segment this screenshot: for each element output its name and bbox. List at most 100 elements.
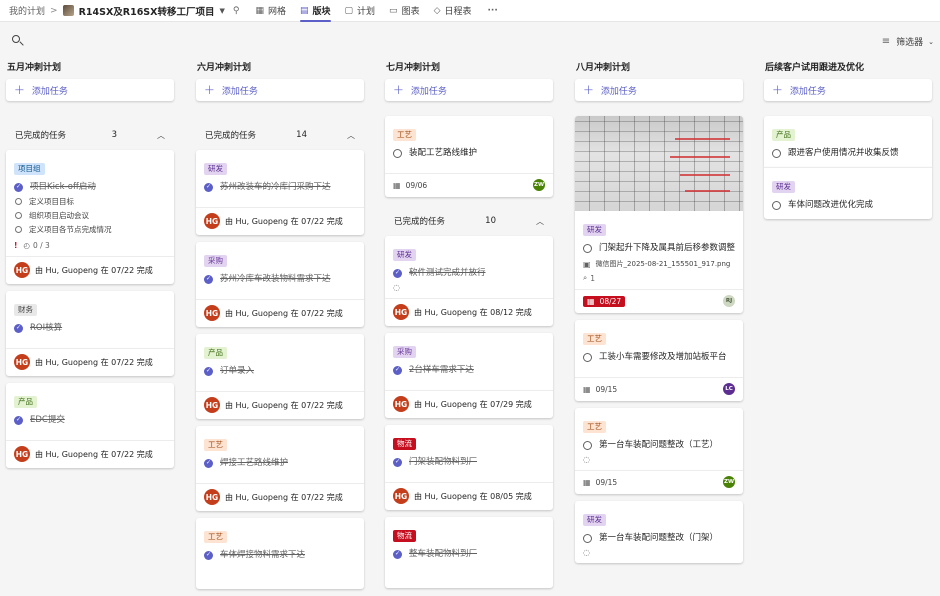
incomplete-check-icon[interactable] (772, 148, 781, 158)
task-card[interactable]: 研发 ✓ 苏州改装车的冷库门采购下达 HG 由 Hu, Guopeng 在 07/2… (196, 150, 364, 235)
incomplete-check-icon[interactable] (583, 533, 592, 543)
task-card[interactable]: 项目组 ✓ 项目Kick-off启动 定义项目目标 组织项目启动会议 定义项目各节… (6, 150, 174, 284)
task-card[interactable]: 采购 ✓ 苏州冷库车改装物料需求下达 HG 由 Hu, Guopeng 在 07/2… (196, 242, 364, 327)
plus-icon: + (204, 82, 215, 98)
breadcrumb-my-plans[interactable]: 我的计划 (9, 4, 45, 17)
checklist-item[interactable]: 组织项目启动会议 (15, 210, 166, 221)
bucket-title[interactable]: 六月冲刺计划 (196, 58, 364, 78)
filter-label: 筛选器 (896, 38, 924, 48)
completed-check-icon[interactable]: ✓ (14, 415, 23, 425)
incomplete-check-icon[interactable] (393, 148, 402, 158)
bucket-title[interactable]: 五月冲刺计划 (6, 58, 174, 78)
avatar[interactable]: HG (393, 396, 409, 412)
task-title: 软件测试完成并放行 (409, 268, 486, 278)
checklist-item[interactable]: 定义项目目标 (15, 196, 166, 207)
tab-charts[interactable]: ▭ 图表 (389, 0, 420, 22)
add-task-button[interactable]: + 添加任务 (575, 79, 743, 101)
task-title: 跟进客户使用情况并收集反馈 (788, 148, 899, 158)
avatar[interactable]: HG (204, 305, 220, 321)
avatar[interactable]: HG (14, 446, 30, 462)
task-card[interactable]: 工艺 ✓ 焊接工艺路线维护 HG 由 Hu, Guopeng 在 07/22 完成 (196, 426, 364, 511)
incomplete-check-icon[interactable] (583, 440, 592, 450)
avatar[interactable]: HG (204, 489, 220, 505)
add-task-button[interactable]: + 添加任务 (385, 79, 553, 101)
task-card[interactable]: 物流 ✓ 整车装配物料到厂 (385, 517, 553, 588)
incomplete-check-icon[interactable] (772, 200, 781, 210)
avatar[interactable]: LC (723, 383, 735, 395)
tab-timeline[interactable]: ◇ 日程表 (434, 0, 472, 22)
avatar[interactable]: HG (393, 488, 409, 504)
completed-check-icon[interactable]: ✓ (393, 549, 402, 559)
bucket-title[interactable]: 后续客户试用跟进及优化 (764, 58, 932, 78)
completed-check-icon[interactable]: ✓ (393, 365, 402, 375)
tab-label: 版块 (312, 7, 331, 17)
task-title: 苏州冷库车改装物料需求下达 (220, 274, 331, 284)
plan-title[interactable]: R14SX及R16SX转移工厂项目 (79, 4, 215, 18)
filter-button[interactable]: ≡ 筛选器 ⌄ (882, 35, 934, 48)
completed-check-icon[interactable]: ✓ (393, 268, 402, 278)
task-card[interactable]: 研发 第一台车装配问题整改（门架） ◌ (575, 501, 743, 563)
avatar[interactable]: ZW (533, 179, 545, 191)
completed-check-icon[interactable]: ✓ (204, 182, 213, 192)
task-card[interactable]: 工艺 工装小车需要修改及增加站板平台 ▦ 09/15 LC (575, 320, 743, 401)
checkbox-icon (15, 212, 22, 219)
task-card[interactable]: 物流 ✓ 门架装配物料到厂 HG 由 Hu, Guopeng 在 08/05 完成 (385, 425, 553, 510)
checklist-progress: 0 / 3 (32, 241, 50, 250)
task-card[interactable]: 财务 ✓ ROI核算 HG 由 Hu, Guopeng 在 07/22 完成 (6, 291, 174, 376)
completed-check-icon[interactable]: ✓ (14, 182, 23, 192)
task-card[interactable]: 工艺 第一台车装配问题整改（工艺） ◌ ▦ 09/15 ZW (575, 408, 743, 494)
task-card[interactable]: 研发 ✓ 软件测试完成并放行 ◌ HG 由 Hu, Guopeng 在 08/12 … (385, 236, 553, 326)
tab-label: 图表 (401, 7, 420, 17)
avatar[interactable]: ZW (723, 476, 735, 488)
completed-check-icon[interactable]: ✓ (14, 323, 23, 333)
add-task-label: 添加任务 (600, 86, 637, 97)
avatar[interactable]: RJ (723, 295, 735, 307)
task-card[interactable]: 产品 跟进客户使用情况并收集反馈 (764, 116, 932, 167)
checklist-item[interactable]: 定义项目各节点完成情况 (15, 224, 166, 235)
task-card[interactable]: 产品 ✓ EDC提交 HG 由 Hu, Guopeng 在 07/22 完成 (6, 383, 174, 468)
completed-by-text: 由 Hu, Guopeng 在 08/05 完成 (414, 491, 532, 501)
bucket-column: 五月冲刺计划 + 添加任务 已完成的任务 3 ︿ 项目组 ✓ 项目Kick-off启… (6, 58, 174, 475)
completed-group-toggle[interactable]: 已完成的任务 10 ︿ (385, 210, 553, 232)
completed-group-toggle[interactable]: 已完成的任务 14 ︿ (196, 124, 364, 146)
incomplete-check-icon[interactable] (583, 352, 592, 362)
search-icon[interactable] (11, 34, 25, 48)
avatar[interactable]: HG (14, 354, 30, 370)
attachment-link[interactable]: ▣ 微信图片_2025-08-21_155501_917.png (583, 259, 735, 269)
completed-group-toggle[interactable]: 已完成的任务 3 ︿ (6, 124, 174, 146)
task-card[interactable]: 研发 门架起升下降及属具前后移参数调整 ▣ 微信图片_2025-08-21_155… (575, 116, 743, 313)
completed-by-text: 由 Hu, Guopeng 在 07/22 完成 (225, 308, 343, 318)
attachment-preview-image[interactable] (575, 116, 743, 211)
add-task-button[interactable]: + 添加任务 (764, 79, 932, 101)
avatar[interactable]: HG (204, 213, 220, 229)
avatar[interactable]: HG (393, 304, 409, 320)
tab-grid[interactable]: ▦ 网格 (255, 0, 286, 22)
calendar-icon: ▦ (583, 477, 591, 487)
completed-check-icon[interactable]: ✓ (204, 274, 213, 284)
completed-check-icon[interactable]: ✓ (204, 458, 213, 468)
label-tag: 物流 (393, 438, 416, 450)
completed-check-icon[interactable]: ✓ (204, 550, 213, 560)
add-task-button[interactable]: + 添加任务 (6, 79, 174, 101)
task-card[interactable]: 采购 ✓ 2台样车需求下达 HG 由 Hu, Guopeng 在 07/29 完成 (385, 333, 553, 418)
pin-icon[interactable]: ⚲ (233, 6, 240, 16)
task-title: 装配工艺路线维护 (409, 148, 478, 158)
task-card[interactable]: 工艺 ✓ 车体焊接物料需求下达 (196, 518, 364, 589)
tab-schedule[interactable]: ▢ 计划 (345, 0, 376, 22)
more-icon[interactable]: ··· (488, 6, 498, 16)
label-tag: 工艺 (393, 129, 416, 141)
avatar[interactable]: HG (204, 397, 220, 413)
chevron-down-icon[interactable]: ▼ (219, 7, 224, 15)
completed-check-icon[interactable]: ✓ (204, 366, 213, 376)
bucket-title[interactable]: 八月冲刺计划 (575, 58, 743, 78)
add-task-button[interactable]: + 添加任务 (196, 79, 364, 101)
task-card[interactable]: 产品 ✓ 订单录入 HG 由 Hu, Guopeng 在 07/22 完成 (196, 334, 364, 419)
group-count: 14 (296, 130, 307, 140)
avatar[interactable]: HG (14, 262, 30, 278)
task-card[interactable]: 工艺 装配工艺路线维护 ▦ 09/06 ZW (385, 116, 553, 197)
incomplete-check-icon[interactable] (583, 243, 592, 253)
completed-check-icon[interactable]: ✓ (393, 457, 402, 467)
task-card[interactable]: 研发 车体问题改进优化完成 (764, 167, 932, 219)
bucket-title[interactable]: 七月冲刺计划 (385, 58, 553, 78)
tab-board[interactable]: ▤ 版块 (299, 0, 331, 22)
